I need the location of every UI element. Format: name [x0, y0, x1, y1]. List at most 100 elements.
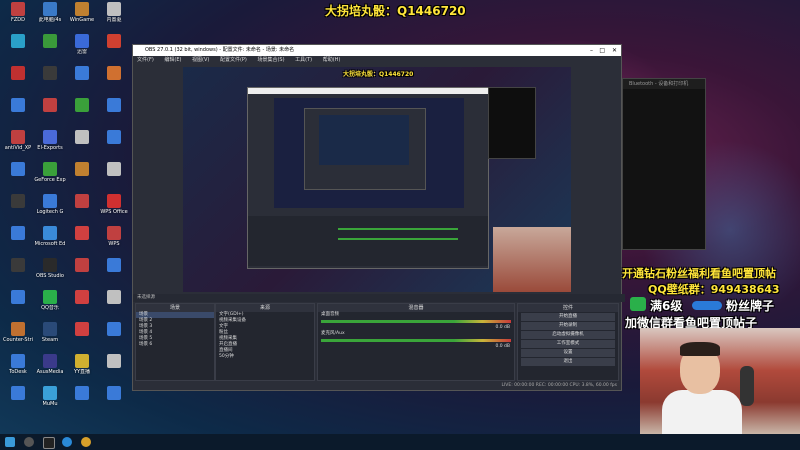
desktop-icon[interactable]: [98, 354, 130, 369]
start-icon[interactable]: [5, 437, 15, 447]
desktop-icon[interactable]: antiVid_XP: [2, 130, 34, 151]
obs-titlebar: OBS 27.0.1 (32 bit, windows) - 配置文件: 未命名…: [133, 45, 621, 56]
desktop-icon[interactable]: [66, 226, 98, 241]
desktop-icon[interactable]: MuMu: [34, 386, 66, 407]
desktop-icon[interactable]: WPS: [98, 226, 130, 247]
desktop-icon[interactable]: [98, 162, 130, 177]
desktop-icon[interactable]: 迅雷: [66, 34, 98, 55]
app-icon: [43, 98, 57, 112]
desktop-icon[interactable]: Microsoft Ed: [34, 226, 66, 247]
desktop-icon[interactable]: [2, 194, 34, 209]
desktop-icon[interactable]: [98, 290, 130, 305]
desktop-icon[interactable]: Logitech G: [34, 194, 66, 215]
desktop-icon[interactable]: EI-Exports: [34, 130, 66, 151]
obs-preview[interactable]: 大拐培丸骰：Q1446720: [183, 67, 571, 292]
desktop-icon[interactable]: [66, 194, 98, 209]
desktop-icon[interactable]: [2, 66, 34, 81]
desktop-icon[interactable]: 此电脑/4s: [34, 2, 66, 23]
desktop-icon-label: WPS: [108, 241, 120, 247]
mic-audio-meter[interactable]: [321, 339, 511, 342]
desktop-icon[interactable]: [2, 226, 34, 241]
desktop-icon[interactable]: [98, 322, 130, 337]
desktop-icon[interactable]: [66, 98, 98, 113]
app-icon: [75, 386, 89, 400]
start-streaming-button[interactable]: 开始直播: [521, 313, 615, 321]
desktop-icon[interactable]: Counter-Stri: [2, 322, 34, 343]
desktop-icon[interactable]: [98, 98, 130, 113]
edge-icon[interactable]: [62, 437, 72, 447]
search-icon[interactable]: [24, 437, 34, 447]
menu-profile[interactable]: 配置文件(P): [220, 57, 247, 63]
start-recording-button[interactable]: 开始录制: [521, 322, 615, 330]
app-icon: [75, 258, 89, 272]
menu-tools[interactable]: 工具(T): [295, 57, 312, 63]
desktop-icon[interactable]: [66, 130, 98, 145]
maximize-button[interactable]: □: [599, 45, 605, 56]
desktop-icon[interactable]: 内置驱: [98, 2, 130, 23]
desktop-icon[interactable]: [66, 162, 98, 177]
desktop-icon[interactable]: YY直播: [66, 354, 98, 375]
desktop-icon[interactable]: WPS Office: [98, 194, 130, 215]
desktop-icon[interactable]: FZDD: [2, 2, 34, 23]
scenes-dock-title: 场景: [136, 304, 214, 312]
obs-statusbar: LIVE: 00:00:00 REC: 00:00:00 CPU: 3.8%, …: [133, 381, 621, 390]
desktop-icon-label: Microsoft Ed: [34, 241, 66, 247]
chrome-icon[interactable]: [81, 437, 91, 447]
desktop-icon[interactable]: QQ音乐: [34, 290, 66, 311]
obs-taskbar-icon[interactable]: [43, 437, 55, 449]
menu-edit[interactable]: 编辑(E): [164, 57, 181, 63]
app-icon: [43, 386, 57, 400]
menu-help[interactable]: 帮助(H): [323, 57, 341, 63]
preview-side-window: [488, 87, 536, 159]
app-icon: [75, 2, 89, 16]
desktop-icon[interactable]: Steam: [34, 322, 66, 343]
app-icon: [43, 162, 57, 176]
menu-file[interactable]: 文件(F): [137, 57, 154, 63]
desktop-icon[interactable]: ToDesk: [2, 354, 34, 375]
scene-item[interactable]: 场景 6: [136, 342, 214, 348]
app-icon: [107, 322, 121, 336]
desktop-icon[interactable]: [34, 66, 66, 81]
desktop-icon[interactable]: [98, 386, 130, 401]
desktop-icon[interactable]: [2, 386, 34, 401]
top-banner: 大拐培丸骰：Q1446720: [325, 4, 466, 18]
close-button[interactable]: ✕: [612, 45, 617, 56]
desktop-icon[interactable]: [98, 66, 130, 81]
desktop-icon[interactable]: OBS Studio: [34, 258, 66, 279]
desktop-icon[interactable]: [34, 98, 66, 113]
desktop-icon[interactable]: [66, 258, 98, 273]
fan-badge-tail: 粉丝牌子: [726, 299, 775, 313]
desktop-icon[interactable]: [2, 290, 34, 305]
desktop-icon[interactable]: [66, 322, 98, 337]
desktop-icon[interactable]: [34, 34, 66, 49]
person-hair: [680, 342, 720, 356]
desktop-icon[interactable]: [2, 98, 34, 113]
desktop-icon[interactable]: [98, 130, 130, 145]
desktop-icon[interactable]: [2, 258, 34, 273]
desktop-icon[interactable]: WinGame: [66, 2, 98, 23]
desktop-icon[interactable]: [98, 34, 130, 49]
app-icon: [11, 354, 25, 368]
desktop-icon[interactable]: GeForce Exp: [34, 162, 66, 183]
app-icon: [11, 290, 25, 304]
desktop-audio-meter[interactable]: [321, 320, 511, 323]
virtual-camera-button[interactable]: 启动虚拟摄像机: [521, 331, 615, 339]
desktop-icon[interactable]: [98, 258, 130, 273]
source-item[interactable]: 50分钟: [216, 354, 314, 360]
desktop-icon[interactable]: [2, 34, 34, 49]
desktop-icon[interactable]: AsusMedia: [34, 354, 66, 375]
minimize-button[interactable]: –: [590, 45, 593, 56]
desktop-icon[interactable]: [66, 290, 98, 305]
studio-mode-button[interactable]: 工作室模式: [521, 340, 615, 348]
menu-view[interactable]: 视图(V): [192, 57, 209, 63]
app-icon: [107, 66, 121, 80]
desktop-icon[interactable]: [2, 162, 34, 177]
desktop-icon[interactable]: [66, 66, 98, 81]
preview-webcam: [493, 227, 571, 292]
app-icon: [75, 194, 89, 208]
exit-button[interactable]: 退出: [521, 358, 615, 366]
app-icon: [107, 2, 121, 16]
menu-scene-collection[interactable]: 场景集合(S): [257, 57, 284, 63]
settings-button[interactable]: 设置: [521, 349, 615, 357]
desktop-icon[interactable]: [66, 386, 98, 401]
